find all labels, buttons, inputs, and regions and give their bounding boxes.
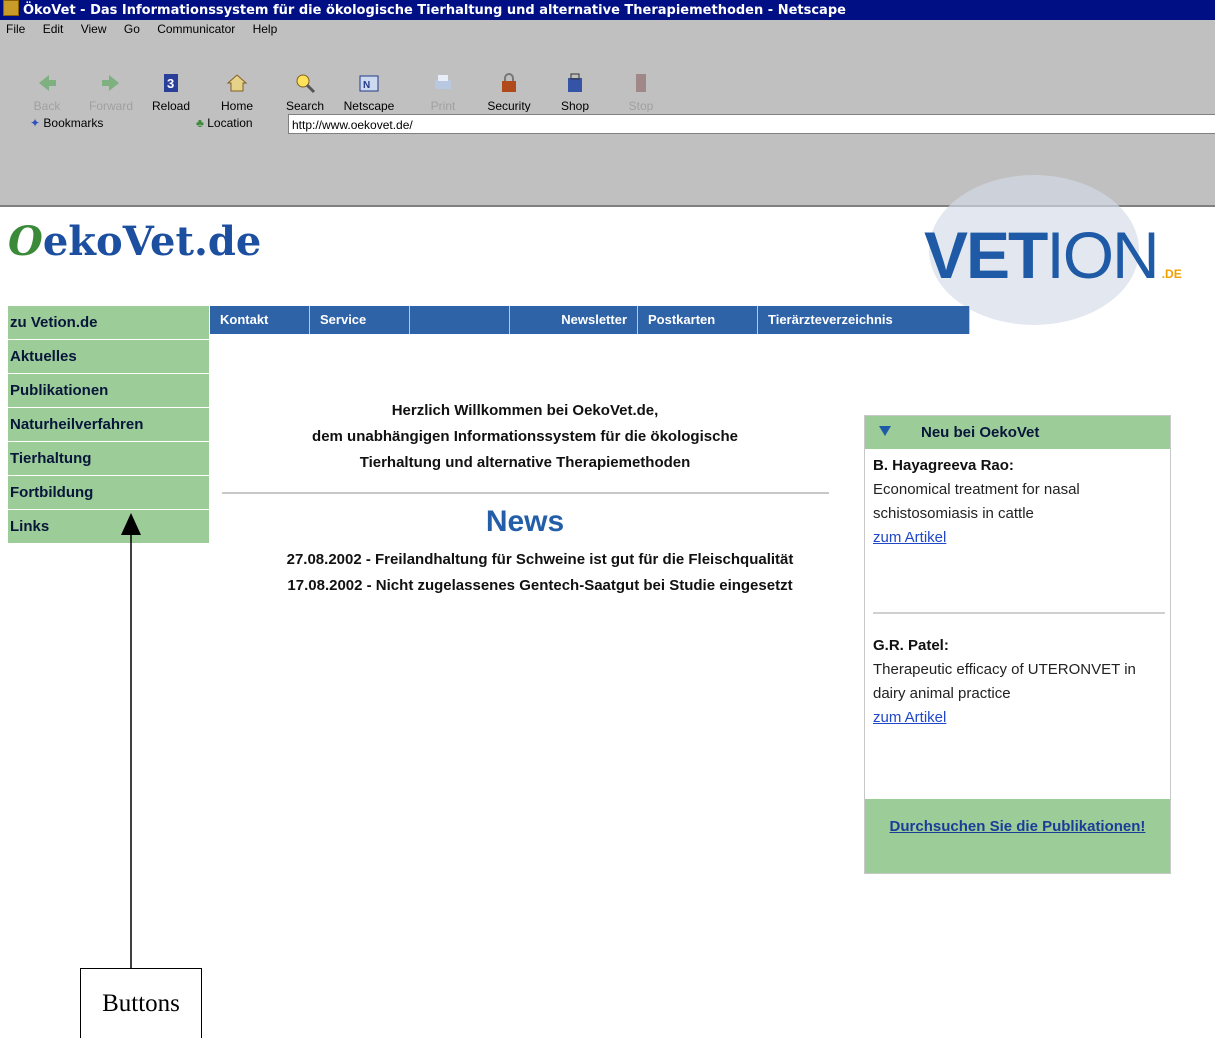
bookmarks-button[interactable]: ✦ Bookmarks — [30, 116, 103, 130]
welcome-text: Herzlich Willkommen bei OekoVet.de, dem … — [220, 398, 830, 476]
stop-icon — [636, 74, 646, 92]
article-1: B. Hayagreeva Rao: Economical treatment … — [873, 454, 1163, 550]
welcome-line-2: dem unabhängigen Informationssystem für … — [312, 428, 738, 445]
article-author: G.R. Patel: — [873, 637, 949, 654]
nav-newsletter[interactable]: Newsletter — [510, 306, 638, 334]
vetion-logo-text: VETION .DE — [924, 218, 1182, 292]
sidebar-item-naturheilverfahren[interactable]: Naturheilverfahren — [8, 408, 209, 441]
neu-panel-footer: Durchsuchen Sie die Publikationen! — [865, 799, 1170, 873]
location-icon: ♣ — [196, 116, 208, 130]
netscape-window-icon — [3, 0, 19, 16]
top-navigation: Kontakt Service Newsletter Postkarten Ti… — [210, 306, 970, 334]
news-heading: News — [485, 505, 565, 538]
reload-icon: 3 — [164, 74, 178, 92]
article-title: Economical treatment for nasal schistoso… — [873, 481, 1080, 522]
window-title-bar: ÖkoVet - Das Informationssystem für die … — [0, 0, 1215, 20]
menu-bar: File Edit View Go Communicator Help — [0, 20, 1215, 39]
triangle-down-icon — [879, 426, 891, 436]
window-title: ÖkoVet - Das Informationssystem für die … — [23, 3, 846, 18]
menu-file[interactable]: File — [6, 22, 25, 36]
nav-kontakt[interactable]: Kontakt — [210, 306, 310, 334]
sidebar-item-aktuelles[interactable]: Aktuelles — [8, 340, 209, 373]
url-field[interactable]: http://www.oekovet.de/ — [288, 114, 1215, 134]
sidebar-menu: zu Vetion.de Aktuelles Publikationen Nat… — [8, 306, 209, 544]
welcome-line-3: Tierhaltung und alternative Therapiemeth… — [359, 454, 691, 471]
bookmark-icon: ✦ — [30, 116, 44, 130]
nav-tieraerzteverzeichnis[interactable]: Tierärzteverzeichnis — [758, 306, 970, 334]
oekovet-logo[interactable]: OekoVet.de — [8, 218, 261, 265]
menu-edit[interactable]: Edit — [43, 22, 64, 36]
search-icon — [296, 74, 316, 94]
forward-arrow-icon — [102, 75, 119, 91]
back-arrow-icon — [39, 75, 56, 91]
neu-bei-oekovet-panel: Neu bei OekoVet B. Hayagreeva Rao: Econo… — [864, 415, 1171, 874]
news-item[interactable]: 27.08.2002 - Freilandhaltung für Schwein… — [240, 547, 840, 573]
news-list: 27.08.2002 - Freilandhaltung für Schwein… — [240, 547, 840, 599]
lock-icon — [502, 73, 516, 92]
sidebar-item-fortbildung[interactable]: Fortbildung — [8, 476, 209, 509]
welcome-line-1: Herzlich Willkommen bei OekoVet.de, — [391, 402, 659, 419]
svg-text:N: N — [363, 80, 370, 91]
callout-label: Buttons — [80, 968, 202, 1038]
nav-service[interactable]: Service — [310, 306, 410, 334]
menu-view[interactable]: View — [81, 22, 107, 36]
neu-panel-header: Neu bei OekoVet — [865, 416, 1170, 449]
netscape-icon: N — [359, 75, 379, 92]
article-title: Therapeutic efficacy of UTERONVET in dai… — [873, 661, 1136, 702]
callout-arrow — [121, 513, 141, 970]
shop-icon — [568, 73, 582, 92]
article-author: B. Hayagreeva Rao: — [873, 457, 1014, 474]
sidebar-item-vetion[interactable]: zu Vetion.de — [8, 306, 209, 339]
location-bar: ✦ Bookmarks ♣ Location http://www.oekove… — [0, 112, 1215, 138]
nav-postkarten[interactable]: Postkarten — [638, 306, 758, 334]
search-publications-link[interactable]: Durchsuchen Sie die Publikationen! — [865, 815, 1170, 839]
sidebar-item-tierhaltung[interactable]: Tierhaltung — [8, 442, 209, 475]
news-item[interactable]: 17.08.2002 - Nicht zugelassenes Gentech-… — [240, 573, 840, 599]
home-icon — [226, 74, 248, 92]
print-icon — [435, 75, 451, 89]
location-label: ♣ Location — [196, 116, 253, 130]
sidebar-item-links[interactable]: Links — [8, 510, 209, 543]
nav-empty[interactable] — [410, 306, 510, 334]
article-2: G.R. Patel: Therapeutic efficacy of UTER… — [873, 634, 1163, 730]
article-divider — [873, 612, 1165, 614]
menu-help[interactable]: Help — [253, 22, 278, 36]
divider — [222, 492, 829, 494]
article-link[interactable]: zum Artikel — [873, 529, 946, 546]
sidebar-item-publikationen[interactable]: Publikationen — [8, 374, 209, 407]
svg-text:3: 3 — [167, 76, 174, 91]
menu-go[interactable]: Go — [124, 22, 140, 36]
menu-communicator[interactable]: Communicator — [157, 22, 235, 36]
article-link[interactable]: zum Artikel — [873, 709, 946, 726]
